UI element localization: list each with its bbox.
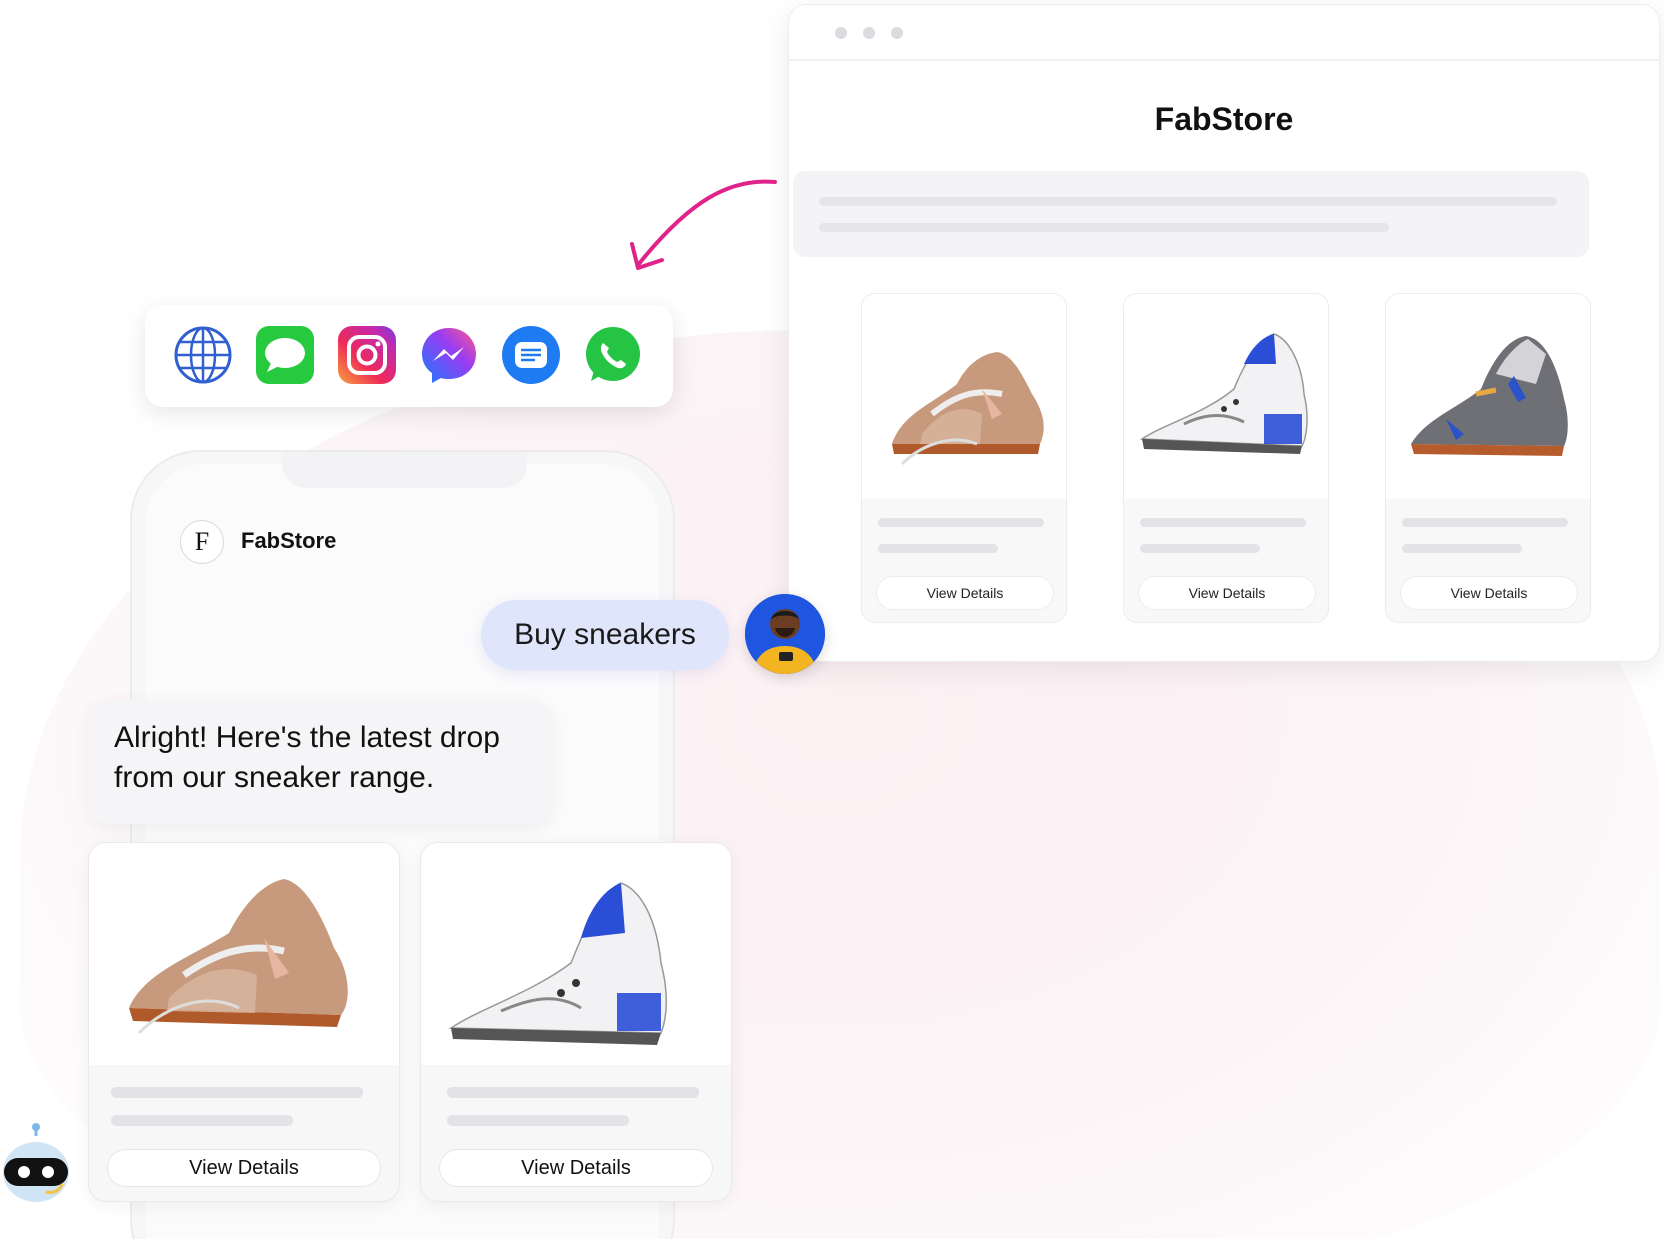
text-placeholder — [1402, 544, 1522, 553]
sneaker-white-blue-icon — [448, 882, 668, 1045]
sms-icon[interactable] — [501, 325, 561, 385]
product-card[interactable]: View Details — [1123, 293, 1329, 623]
text-placeholder — [878, 518, 1044, 527]
stage: FabStore View Details View Details View … — [0, 0, 1664, 1239]
person-icon — [745, 594, 825, 674]
view-details-button[interactable]: View Details — [876, 576, 1054, 610]
messenger-icon[interactable] — [419, 325, 479, 385]
shoe-image — [421, 843, 731, 1065]
shoe-image — [89, 843, 399, 1065]
sneaker-beige-icon — [892, 352, 1044, 466]
channels-bar — [145, 305, 673, 407]
shoe-image — [1386, 294, 1590, 499]
user-avatar — [745, 594, 825, 674]
chat-product-card[interactable]: View Details — [420, 842, 732, 1202]
product-card[interactable]: View Details — [1385, 293, 1591, 623]
text-placeholder — [447, 1087, 699, 1098]
bot-message-line: from our sneaker range. — [114, 761, 435, 794]
instagram-icon[interactable] — [337, 325, 397, 385]
phone-notch — [282, 452, 527, 488]
shoe-image — [1124, 294, 1328, 499]
text-placeholder — [111, 1115, 293, 1126]
window-dot[interactable] — [863, 27, 875, 39]
text-placeholder — [1140, 544, 1260, 553]
user-message: Buy sneakers — [481, 600, 729, 670]
chat-header-title: FabStore — [241, 528, 337, 553]
text-placeholder — [1402, 518, 1568, 527]
curved-arrow-icon — [630, 179, 777, 270]
product-card[interactable]: View Details — [861, 293, 1067, 623]
imessage-icon[interactable] — [255, 325, 315, 385]
sneaker-white-blue-icon — [1139, 333, 1308, 454]
text-placeholder — [819, 223, 1389, 232]
text-placeholder — [878, 544, 998, 553]
view-details-button[interactable]: View Details — [107, 1149, 381, 1187]
globe-icon[interactable] — [173, 325, 233, 385]
text-placeholder — [819, 197, 1557, 206]
window-dot[interactable] — [891, 27, 903, 39]
store-title: FabStore — [1154, 101, 1294, 137]
view-details-button[interactable]: View Details — [1400, 576, 1578, 610]
browser-titlebar — [789, 5, 1659, 61]
view-details-button[interactable]: View Details — [1138, 576, 1316, 610]
sneaker-beige-icon — [129, 879, 348, 1035]
bot-mascot-icon[interactable] — [0, 1122, 72, 1202]
whatsapp-icon[interactable] — [583, 325, 643, 385]
banner-placeholder — [793, 171, 1589, 257]
text-placeholder — [447, 1115, 629, 1126]
text-placeholder — [111, 1087, 363, 1098]
text-placeholder — [1140, 518, 1306, 527]
store-avatar: F — [180, 520, 224, 564]
browser-window: FabStore View Details View Details View … — [788, 4, 1660, 662]
shoe-image — [862, 294, 1066, 499]
window-dot[interactable] — [835, 27, 847, 39]
bot-message: Alright! Here's the latest drop from our… — [88, 700, 552, 824]
chat-product-card[interactable]: View Details — [88, 842, 400, 1202]
sneaker-grey-blue-icon — [1411, 336, 1568, 456]
view-details-button[interactable]: View Details — [439, 1149, 713, 1187]
bot-message-line: Alright! Here's the latest drop — [114, 721, 500, 754]
